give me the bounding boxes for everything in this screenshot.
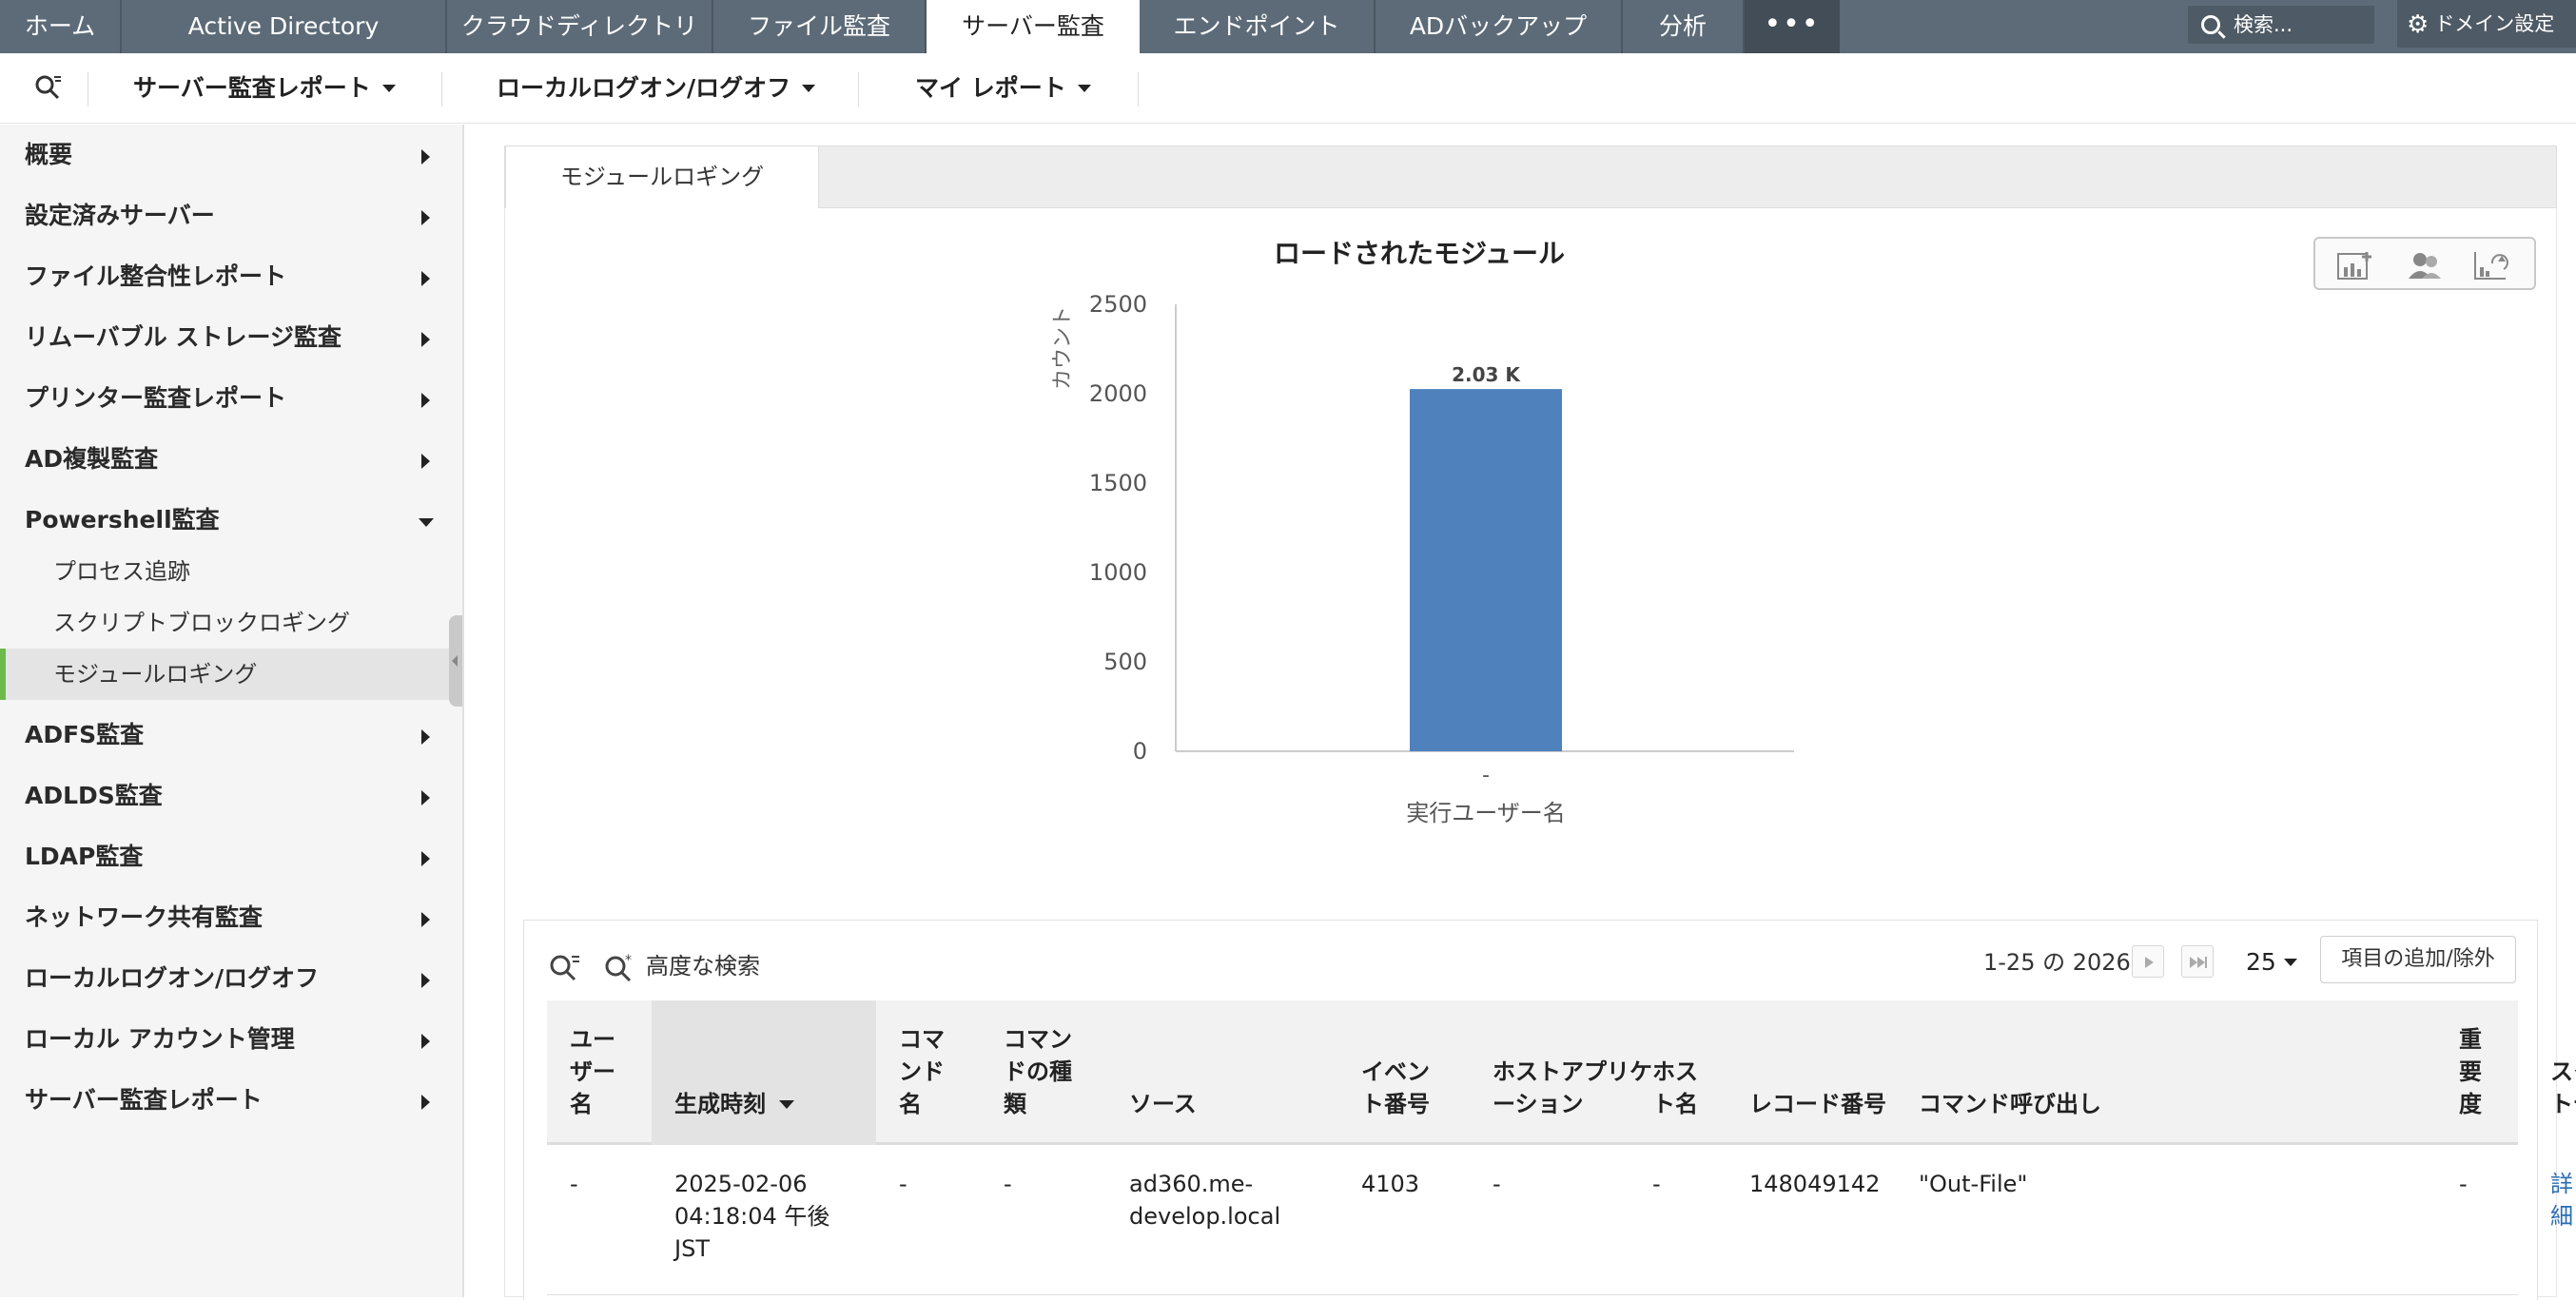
- column-header-label: コマンドの種類: [1004, 1026, 1072, 1117]
- svg-text:*: *: [625, 953, 632, 968]
- column-header-host-name[interactable]: ホスト名: [1652, 1000, 1711, 1145]
- chevron-right-icon: [421, 1034, 430, 1049]
- add-remove-columns-button[interactable]: 項目の追加/除外: [2320, 936, 2516, 983]
- column-header-source[interactable]: ソース: [1129, 1000, 1319, 1145]
- sidebar-item-local-account-management[interactable]: ローカル アカウント管理: [0, 1009, 462, 1070]
- column-header-generated-time[interactable]: 生成時刻: [652, 1000, 876, 1145]
- column-header-label: 生成時刻: [674, 1091, 766, 1117]
- column-header-label: ソース: [1129, 1091, 1197, 1117]
- table-search-icon[interactable]: [549, 953, 581, 981]
- sidebar-item-server-audit-reports[interactable]: サーバー監査レポート: [0, 1070, 462, 1131]
- bar-data-label: 2.03 K: [1452, 363, 1521, 386]
- column-header-label: スクリプトデータ: [2550, 1058, 2576, 1117]
- chevron-down-icon: [2283, 959, 2297, 966]
- column-header-script-data[interactable]: スクリプトデータ: [2550, 1000, 2576, 1145]
- column-header-label: ホスト名: [1652, 1058, 1698, 1117]
- cell-severity: -: [2459, 1171, 2468, 1197]
- next-page-button[interactable]: [2132, 945, 2164, 978]
- details-link[interactable]: 詳細: [2550, 1168, 2573, 1232]
- y-tick-label: 500: [1103, 649, 1147, 675]
- pagination-info: 1-25 の 2026: [1983, 949, 2131, 976]
- cell-event-id: 4103: [1361, 1171, 1420, 1197]
- y-tick-label: 2500: [1089, 291, 1147, 318]
- sidebar-item-local-logon-logoff[interactable]: ローカルログオン/ログオフ: [0, 948, 462, 1009]
- column-header-label: 重要度: [2459, 1026, 2482, 1117]
- sidebar-item-label: ネットワーク共有監査: [25, 903, 263, 931]
- advanced-search-icon: *: [605, 953, 632, 981]
- chart-bar[interactable]: [1410, 389, 1562, 751]
- column-header-label: レコード番号: [1749, 1091, 1886, 1117]
- table-header: ユーザー名 生成時刻 コマンド名 コマンドの種類 ソース イベント番号 ホストア…: [547, 1000, 2576, 1145]
- column-header-label: ユーザー名: [570, 1026, 615, 1117]
- last-page-icon: [2190, 957, 2207, 968]
- sidebar-item-label: ローカル アカウント管理: [25, 1025, 295, 1053]
- x-tick-label: -: [1482, 764, 1490, 787]
- table-row: - 2025-02-06 04:18:04 午後 JST - - ad360.m…: [547, 1145, 2573, 1295]
- column-header-host-application[interactable]: ホストアプリケーション: [1493, 1000, 1664, 1145]
- cell-command-type: -: [1004, 1171, 1012, 1197]
- y-tick-label: 1500: [1089, 470, 1147, 496]
- column-header-user-name[interactable]: ユーザー名: [570, 1000, 633, 1145]
- rows-per-page-value: 25: [2246, 948, 2276, 976]
- sidebar-item-network-share-audit[interactable]: ネットワーク共有監査: [0, 887, 462, 948]
- cell-host-name: -: [1652, 1171, 1661, 1197]
- column-header-command-type[interactable]: コマンドの種類: [1004, 1000, 1083, 1145]
- last-page-button[interactable]: [2181, 945, 2214, 978]
- column-header-severity[interactable]: 重要度: [2459, 1000, 2491, 1145]
- chevron-right-icon: [421, 973, 430, 988]
- advanced-search-button[interactable]: * 高度な検索: [604, 945, 760, 987]
- cell-source: ad360.me-develop.local: [1129, 1171, 1281, 1230]
- cell-user-name: -: [570, 1171, 578, 1197]
- sidebar-item-label: ローカルログオン/ログオフ: [25, 964, 320, 992]
- results-table-panel: * 高度な検索 1-25 の 2026 25 項目の追加/除外 ユーザー名 生成…: [523, 920, 2576, 1300]
- column-header-label: コマンド名: [899, 1026, 945, 1117]
- column-header-label: イベント番号: [1361, 1058, 1430, 1117]
- chart-title: ロードされたモジュール: [1274, 238, 1565, 269]
- column-header-label: コマンド呼び出し: [1919, 1091, 2101, 1117]
- cell-host-application: -: [1493, 1171, 1501, 1197]
- y-axis-ticks: 0 500 1000 1500 2000 2500: [1089, 291, 1147, 765]
- cell-generated-time: 2025-02-06 04:18:04 午後 JST: [674, 1171, 830, 1262]
- y-tick-label: 2000: [1089, 380, 1147, 407]
- chevron-right-icon: [421, 1095, 430, 1110]
- sort-desc-icon: [779, 1100, 794, 1109]
- chevron-right-icon: [421, 912, 430, 927]
- column-header-event-id[interactable]: イベント番号: [1361, 1000, 1451, 1145]
- cell-record-number: 148049142: [1749, 1171, 1881, 1197]
- advanced-search-label: 高度な検索: [646, 953, 760, 980]
- column-header-record-number[interactable]: レコード番号: [1749, 1000, 1892, 1145]
- y-tick-label: 0: [1133, 738, 1147, 765]
- column-header-command-name[interactable]: コマンド名: [899, 1000, 958, 1145]
- chart-bars: 2.03 K -: [1410, 363, 1562, 787]
- sidebar-item-label: サーバー監査レポート: [25, 1086, 263, 1114]
- chart-x-axis-label: 実行ユーザー名: [1406, 800, 1566, 826]
- cell-command-name: -: [899, 1171, 907, 1197]
- column-header-label: ホストアプリケーション: [1493, 1058, 1652, 1117]
- loaded-modules-chart: ロードされたモジュール カウント 0 500 1000 1500 2000 2500 2.…: [1051, 238, 1794, 826]
- column-header-command-invocation[interactable]: コマンド呼び出し: [1919, 1000, 2204, 1145]
- chart-y-axis-label: カウント: [1051, 306, 1075, 390]
- y-tick-label: 1000: [1089, 559, 1147, 586]
- chevron-right-icon: [2145, 957, 2154, 968]
- cell-command-invocation: "Out-File": [1919, 1171, 2028, 1197]
- rows-per-page-select[interactable]: 25: [2246, 941, 2297, 983]
